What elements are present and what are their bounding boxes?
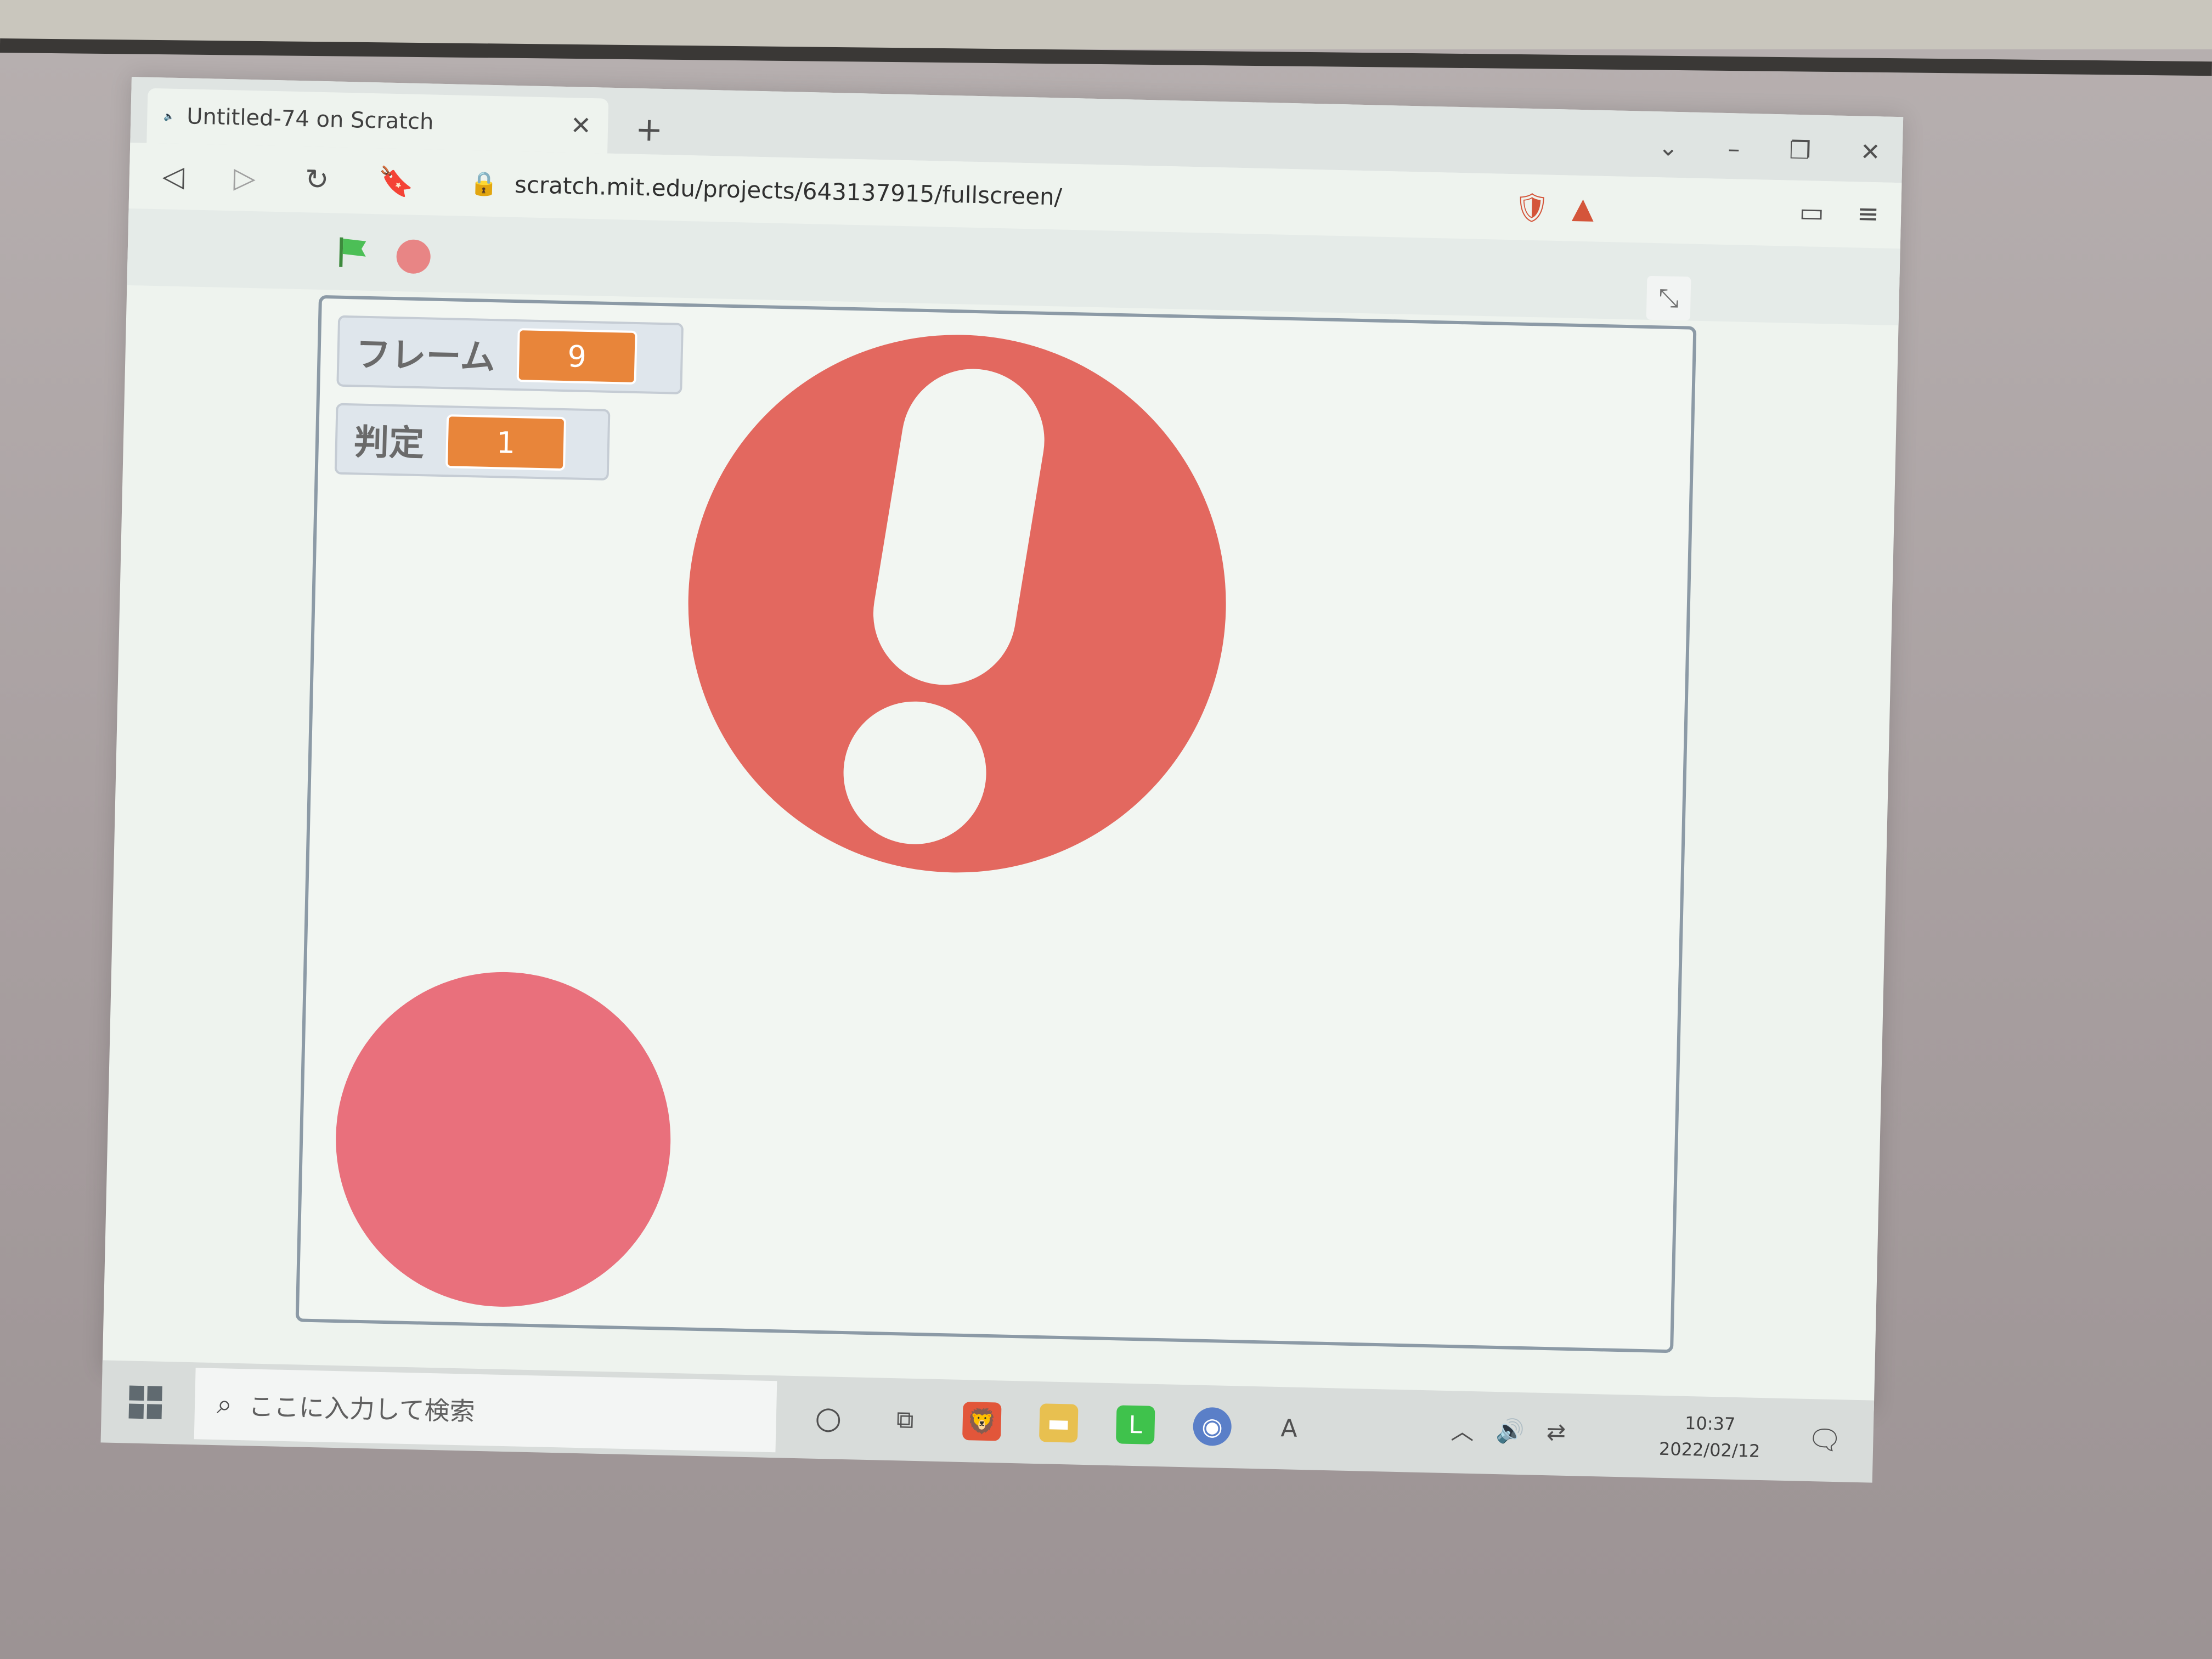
cortana-icon[interactable]: ○ (809, 1398, 848, 1438)
address-bar[interactable]: 🔒 scratch.mit.edu/projects/643137915/ful… (469, 166, 1567, 225)
clock-date: 2022/02/12 (1658, 1438, 1760, 1462)
menu-icon[interactable]: ≡ (1857, 198, 1879, 229)
projected-screen: 🔈 Untitled-74 on Scratch ✕ + ⌄ – ❐ ✕ ◁ ▷… (100, 77, 1904, 1483)
network-icon[interactable]: ⇄ (1546, 1418, 1566, 1446)
search-icon: ⌕ (216, 1387, 233, 1420)
file-explorer-icon[interactable]: ▬ (1039, 1403, 1079, 1443)
taskbar-clock[interactable]: 10:37 2022/02/12 (1658, 1409, 1761, 1464)
chevron-up-icon[interactable]: ︿ (1451, 1413, 1474, 1447)
exclamation-dot (842, 699, 988, 846)
reload-icon[interactable]: ↻ (304, 163, 329, 197)
chrome-app-icon[interactable]: ◉ (1192, 1407, 1232, 1447)
taskbar-search[interactable]: ⌕ ここに入力して検索 (194, 1368, 777, 1453)
line-app-icon[interactable]: L (1115, 1405, 1155, 1444)
green-flag-icon[interactable] (336, 235, 369, 269)
volume-icon[interactable]: 🔊 (1496, 1417, 1525, 1445)
notification-icon[interactable]: 🗨 (1807, 1424, 1843, 1457)
lock-icon: 🔒 (469, 170, 499, 198)
stop-icon[interactable] (396, 239, 431, 274)
scratch-stage[interactable]: フレーム 9 判定 1 (295, 295, 1697, 1353)
wallet-icon[interactable]: ▭ (1799, 197, 1825, 228)
bookmark-icon[interactable]: 🔖 (378, 165, 414, 199)
search-placeholder: ここに入力して検索 (248, 1391, 476, 1426)
tab-title: Untitled-74 on Scratch (186, 104, 434, 135)
tab-search-icon[interactable]: ⌄ (1658, 133, 1679, 162)
back-icon[interactable]: ◁ (162, 160, 184, 194)
brave-app-icon[interactable]: 🦁 (962, 1402, 1002, 1441)
exclamation-bar (862, 358, 1055, 696)
windows-start-icon[interactable] (128, 1385, 162, 1419)
exclamation-sprite[interactable] (682, 329, 1232, 879)
monitor-label: フレーム (355, 334, 496, 379)
taskbar: ⌕ ここに入力して検索 ○ ⧉ 🦁 ▬ L ◉ A ︿ 🔊 ⇄ 10:37 20… (100, 1360, 1875, 1483)
ime-icon[interactable]: A (1269, 1409, 1309, 1448)
close-window-button[interactable]: ✕ (1860, 138, 1881, 167)
exit-fullscreen-icon[interactable]: ⤡ (1646, 275, 1691, 321)
task-view-icon[interactable]: ⧉ (885, 1400, 925, 1440)
speaker-icon[interactable]: 🔈 (163, 111, 174, 121)
brave-shield-icon[interactable]: 🛡 (1514, 190, 1550, 224)
restore-button[interactable]: ❐ (1789, 137, 1812, 165)
monitor-frame: フレーム 9 (336, 315, 684, 394)
new-tab-button[interactable]: + (635, 110, 663, 149)
monitor-label: 判定 (353, 422, 425, 465)
monitor-judge: 判定 1 (334, 403, 611, 481)
forward-icon[interactable]: ▷ (233, 161, 256, 195)
minimize-button[interactable]: – (1728, 135, 1740, 163)
monitor-value: 9 (516, 328, 637, 385)
bat-icon[interactable]: ▲ (1572, 192, 1594, 226)
monitor-value: 1 (445, 414, 567, 471)
clock-time: 10:37 (1684, 1412, 1736, 1435)
close-icon[interactable]: ✕ (570, 110, 592, 140)
url-text: scratch.mit.edu/projects/643137915/fulls… (514, 171, 1063, 211)
browser-tab[interactable]: 🔈 Untitled-74 on Scratch ✕ (146, 88, 609, 154)
circle-sprite[interactable] (332, 968, 675, 1311)
window-controls: ⌄ – ❐ ✕ (1658, 133, 1881, 166)
